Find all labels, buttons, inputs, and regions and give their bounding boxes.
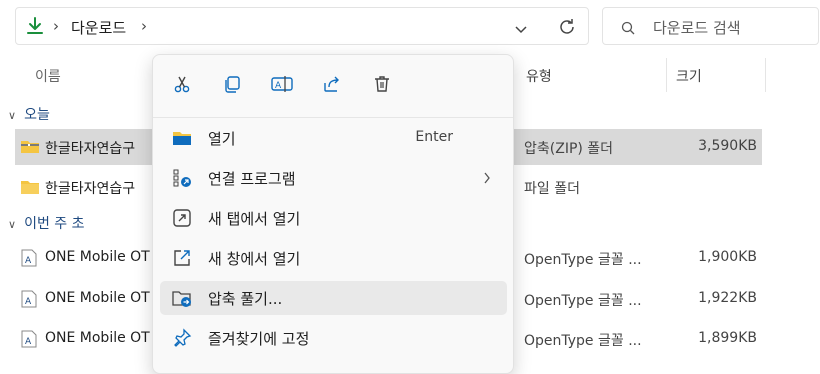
menu-divider bbox=[153, 117, 513, 118]
file-name[interactable]: ONE Mobile OT bbox=[45, 249, 150, 265]
menu-item-open-new-tab[interactable]: 새 탭에서 열기 bbox=[160, 201, 507, 235]
svg-text:A: A bbox=[25, 337, 32, 347]
file-name[interactable]: 한글타자연습구 bbox=[45, 138, 135, 158]
menu-item-shortcut: Enter bbox=[415, 129, 453, 145]
svg-text:A: A bbox=[25, 256, 32, 266]
file-size: 3,590KB bbox=[698, 138, 757, 154]
new-tab-icon bbox=[172, 208, 192, 228]
open-folder-icon bbox=[172, 128, 192, 148]
svg-text:A: A bbox=[25, 297, 32, 307]
column-divider[interactable] bbox=[765, 58, 766, 92]
pin-icon bbox=[172, 328, 192, 348]
share-icon[interactable] bbox=[317, 69, 347, 99]
file-size: 1,899KB bbox=[698, 330, 757, 346]
search-icon bbox=[621, 20, 635, 39]
file-name[interactable]: 한글타자연습구 bbox=[45, 178, 135, 198]
copy-icon[interactable] bbox=[217, 69, 247, 99]
chevron-down-icon: ∨ bbox=[8, 109, 17, 122]
chevron-down-icon: ∨ bbox=[8, 218, 17, 231]
column-header-type[interactable]: 유형 bbox=[526, 66, 552, 86]
file-type: 압축(ZIP) 폴더 bbox=[524, 141, 614, 157]
context-menu: A 열기 Enter 연결 프로그램 새 탭에서 열기 새 창에서 열기 압축 … bbox=[152, 54, 514, 374]
menu-item-label: 즐겨찾기에 고정 bbox=[208, 330, 310, 348]
address-bar[interactable]: › 다운로드 › bbox=[15, 7, 589, 45]
menu-item-pin-quick-access[interactable]: 즐겨찾기에 고정 bbox=[160, 321, 507, 355]
svg-text:A: A bbox=[275, 81, 282, 91]
group-label: 오늘 bbox=[24, 107, 50, 123]
file-size: 1,900KB bbox=[698, 249, 757, 265]
breadcrumb-downloads[interactable]: 다운로드 bbox=[71, 17, 126, 38]
group-today[interactable]: ∨ 오늘 bbox=[8, 104, 50, 124]
column-header-name[interactable]: 이름 bbox=[35, 66, 61, 86]
menu-item-open-new-window[interactable]: 새 창에서 열기 bbox=[160, 241, 507, 275]
chevron-down-icon[interactable] bbox=[514, 20, 528, 39]
column-header-size[interactable]: 크기 bbox=[676, 66, 702, 86]
group-label: 이번 주 초 bbox=[24, 216, 85, 232]
rename-icon[interactable]: A bbox=[267, 69, 297, 99]
cut-icon[interactable] bbox=[167, 69, 197, 99]
extract-icon bbox=[172, 288, 192, 308]
file-name[interactable]: ONE Mobile OT bbox=[45, 290, 150, 306]
breadcrumb-separator[interactable]: › bbox=[141, 17, 147, 35]
menu-item-open[interactable]: 열기 Enter bbox=[160, 121, 507, 155]
open-with-icon bbox=[172, 168, 192, 188]
file-type: 파일 폴더 bbox=[524, 181, 580, 197]
download-icon bbox=[26, 16, 44, 40]
menu-item-label: 새 탭에서 열기 bbox=[208, 210, 301, 228]
file-size: 1,922KB bbox=[698, 290, 757, 306]
folder-icon bbox=[20, 179, 40, 199]
menu-item-label: 압축 풀기... bbox=[208, 290, 283, 308]
font-file-icon: A bbox=[21, 249, 37, 271]
menu-item-extract[interactable]: 압축 풀기... bbox=[160, 281, 507, 315]
group-earlier-this-week[interactable]: ∨ 이번 주 초 bbox=[8, 213, 84, 233]
menu-item-label: 새 창에서 열기 bbox=[208, 250, 301, 268]
breadcrumb-separator: › bbox=[53, 17, 59, 35]
file-type: OpenType 글꼴 ... bbox=[524, 333, 642, 349]
column-divider[interactable] bbox=[666, 58, 667, 92]
refresh-icon[interactable] bbox=[557, 17, 577, 41]
file-type: OpenType 글꼴 ... bbox=[524, 293, 642, 309]
file-type: OpenType 글꼴 ... bbox=[524, 252, 642, 268]
menu-item-label: 연결 프로그램 bbox=[208, 170, 296, 188]
zip-folder-icon bbox=[20, 138, 40, 158]
menu-item-open-with[interactable]: 연결 프로그램 bbox=[160, 161, 507, 195]
new-window-icon bbox=[172, 248, 192, 268]
search-box[interactable]: 다운로드 검색 bbox=[602, 7, 819, 45]
chevron-right-icon bbox=[483, 170, 491, 189]
file-name[interactable]: ONE Mobile OT bbox=[45, 330, 150, 346]
font-file-icon: A bbox=[21, 330, 37, 352]
delete-icon[interactable] bbox=[367, 69, 397, 99]
menu-item-label: 열기 bbox=[208, 130, 236, 148]
search-placeholder: 다운로드 검색 bbox=[653, 19, 741, 37]
font-file-icon: A bbox=[21, 290, 37, 312]
